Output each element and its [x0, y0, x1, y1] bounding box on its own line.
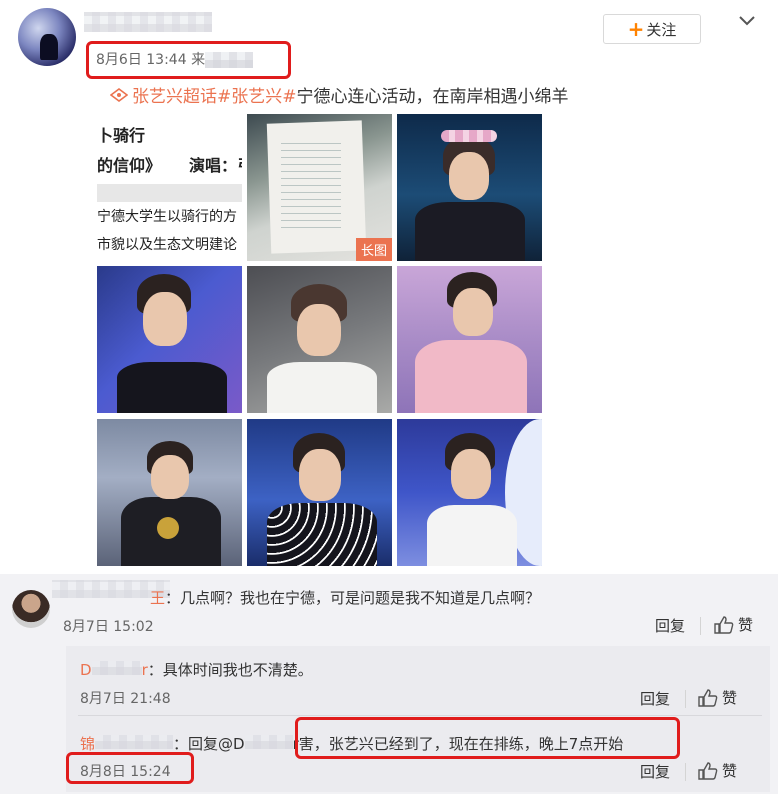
doc-line: 演唱：弓 [189, 156, 242, 175]
photo-face [449, 152, 489, 200]
paper-lines [281, 138, 341, 228]
highlight-box-reply-text [295, 717, 680, 759]
action-divider [685, 763, 686, 781]
image-grid: 卜骑行 的信仰》 演唱：弓 宁德大学生以骑行的方 市貌以及生态文明建论 长图 [97, 114, 543, 566]
user-avatar[interactable] [18, 8, 76, 66]
like-label: 赞 [722, 762, 738, 780]
thumbs-up-icon [714, 615, 734, 634]
super-topic-icon [110, 87, 128, 102]
doc-line: 宁德大学生以骑行的方 [97, 209, 237, 225]
commenter-avatar[interactable] [12, 590, 50, 628]
reply-author-blurred [91, 661, 142, 675]
like-label: 赞 [738, 616, 754, 634]
image-longpic[interactable]: 长图 [247, 114, 392, 261]
photo-face [151, 455, 189, 499]
reply-separator [78, 715, 762, 716]
photo-face [299, 449, 341, 501]
photo-body [427, 505, 517, 566]
thumbs-up-icon [698, 688, 718, 707]
follow-label: 关注 [646, 20, 677, 39]
image-photo-5[interactable] [247, 266, 392, 413]
long-image-badge: 长图 [355, 238, 392, 261]
reply-to-prefix: 回复@D [188, 735, 245, 753]
reply-label: 回复 [640, 690, 671, 708]
avatar-figure [40, 34, 58, 60]
reply-label: 回复 [655, 617, 686, 635]
hashtag-link[interactable]: #张艺兴# [217, 82, 297, 107]
photo-face [143, 292, 187, 346]
reply-button[interactable]: 回复 [640, 688, 670, 709]
image-photo-8[interactable] [247, 419, 392, 566]
photo-face [297, 304, 341, 356]
thumbs-up-icon [698, 761, 718, 780]
like-button[interactable]: 赞 [714, 614, 753, 635]
comment-text: ：几点啊？我也在宁德，可是问题是我不知道是几点啊？ [165, 589, 541, 607]
image-photo-7[interactable] [97, 419, 242, 566]
photo-body [117, 362, 227, 413]
post-text: 张艺兴超话 #张艺兴# 宁德心连心活动，在南岸相遇小绵羊 [110, 82, 569, 107]
photo-body [415, 340, 527, 413]
highlight-box-reply-time [66, 752, 194, 784]
plus-icon: + [627, 17, 645, 41]
image-photo-9[interactable] [397, 419, 542, 566]
like-label: 赞 [722, 689, 738, 707]
image-photo-4[interactable] [97, 266, 242, 413]
username-blurred[interactable] [84, 12, 212, 32]
photo-face [453, 288, 493, 336]
action-divider [700, 617, 701, 635]
action-divider [685, 690, 686, 708]
photo-body [267, 362, 377, 413]
doc-line: 的信仰》 [97, 156, 162, 175]
reply-button[interactable]: 回复 [640, 761, 670, 782]
image-photo-6[interactable] [397, 266, 542, 413]
reply-text: ：具体时间我也不清楚。 [147, 661, 313, 679]
flower-crown [441, 130, 497, 142]
follow-button[interactable]: + 关注 [603, 14, 701, 44]
like-button[interactable]: 赞 [698, 760, 737, 781]
reply-author-prefix[interactable]: 锦 [80, 735, 95, 753]
photo-face [451, 449, 491, 499]
post-body: 宁德心连心活动，在南岸相遇小绵羊 [296, 87, 569, 107]
reply-line: Dr：具体时间我也不清楚。 [80, 659, 313, 680]
comment-time: 8月7日 15:02 [63, 619, 154, 635]
doc-line: 卜骑行 [97, 126, 146, 145]
doc-gray-band [97, 184, 242, 202]
topic-tag-link[interactable]: 张艺兴超话 [132, 82, 217, 107]
reply-to-blurred [244, 735, 293, 749]
shirt-emblem [157, 517, 179, 539]
highlight-box-date [86, 41, 291, 79]
chevron-down-icon[interactable] [736, 10, 758, 32]
image-document[interactable]: 卜骑行 的信仰》 演唱：弓 宁德大学生以骑行的方 市貌以及生态文明建论 [97, 114, 242, 261]
image-photo-3[interactable] [397, 114, 542, 261]
reply-author-prefix[interactable]: D [80, 661, 92, 679]
comment-line: 王：几点啊？我也在宁德，可是问题是我不知道是几点啊？ [150, 587, 540, 608]
photo-body [415, 202, 525, 261]
reply-author-blurred [95, 735, 174, 749]
photo-body [267, 503, 377, 566]
reply-label: 回复 [640, 763, 671, 781]
reply-button[interactable]: 回复 [655, 615, 685, 636]
reply-time: 8月7日 21:48 [80, 691, 171, 707]
commenter-name[interactable]: 王 [150, 589, 165, 607]
like-button[interactable]: 赞 [698, 687, 737, 708]
doc-line: 市貌以及生态文明建论 [97, 237, 237, 253]
